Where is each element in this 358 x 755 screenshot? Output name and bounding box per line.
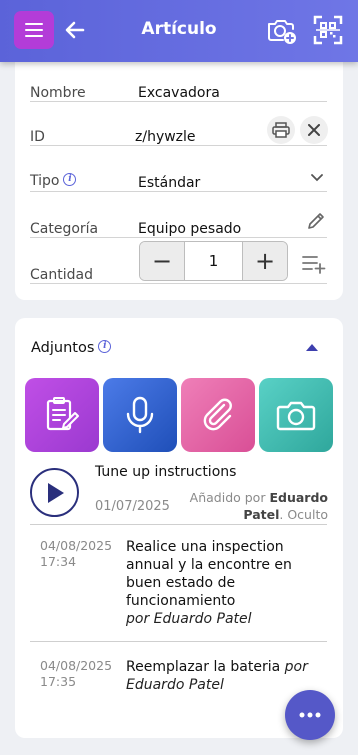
info-icon[interactable]: i [63, 173, 77, 186]
attachments-title: Adjuntos [31, 340, 95, 356]
note-edit-icon [46, 397, 79, 431]
nombre-label: Nombre [30, 85, 86, 101]
play-icon [47, 482, 64, 503]
add-photo-button[interactable] [264, 12, 300, 48]
note-item[interactable]: Realice una inspection annual y la encon… [126, 538, 326, 628]
categoria-field[interactable]: Categoría Equipo pesado [30, 210, 327, 238]
take-photo-button[interactable] [259, 378, 333, 452]
id-label: ID [30, 129, 45, 145]
microphone-icon [126, 396, 154, 434]
nombre-value: Excavadora [138, 85, 220, 101]
camera-icon [276, 401, 316, 431]
added-by-prefix: Añadido por [189, 490, 266, 505]
chevron-down-icon [311, 174, 323, 182]
audio-visibility: Oculto [287, 507, 328, 522]
paperclip-icon [203, 398, 232, 431]
audio-meta: Añadido por Eduardo Patel. Oculto [189, 490, 328, 522]
attachments-card: Adjuntos i Tune up instructions 01/07/20… [15, 318, 343, 738]
app-bar: Artículo [0, 0, 358, 62]
categoria-label: Categoría [30, 221, 99, 237]
audio-title: Tune up instructions [95, 464, 237, 480]
close-icon [308, 124, 320, 136]
print-button[interactable] [267, 116, 295, 144]
attach-file-button[interactable] [181, 378, 255, 452]
play-audio-button[interactable] [30, 468, 79, 517]
nombre-field[interactable]: Nombre Excavadora [30, 74, 327, 102]
qr-scan-icon [313, 15, 343, 45]
tipo-value: Estándar [138, 175, 201, 191]
note-author: por Eduardo Patel [126, 611, 252, 627]
decrement-button[interactable]: − [140, 242, 184, 280]
attachments-header: Adjuntos i [31, 340, 112, 356]
quantity-value[interactable]: 1 [184, 242, 243, 280]
add-note-button[interactable] [25, 378, 99, 452]
clear-id-button[interactable] [300, 116, 328, 144]
note-text: Realice una inspection annual y la encon… [126, 539, 292, 609]
record-audio-button[interactable] [103, 378, 177, 452]
page-title: Artículo [141, 19, 217, 39]
pencil-icon[interactable] [306, 211, 326, 231]
tipo-label-wrap: Tipo i [30, 173, 77, 189]
note-date: 04/08/2025 17:34 [40, 538, 113, 569]
collapse-icon[interactable] [305, 343, 319, 352]
quantity-stepper: − 1 + [139, 241, 288, 281]
item-details-card: Nombre Excavadora ID z/hywzle Tipo i Está… [15, 50, 343, 300]
qr-scan-button[interactable] [310, 12, 346, 48]
id-value: z/hywzle [135, 129, 196, 145]
note-text: Reemplazar la bateria [126, 659, 281, 675]
increment-button[interactable]: + [243, 242, 287, 280]
categoria-value: Equipo pesado [138, 221, 242, 237]
tipo-field[interactable]: Tipo i Estándar [30, 164, 327, 192]
audio-date: 01/07/2025 [95, 499, 170, 514]
info-icon[interactable]: i [98, 340, 112, 353]
divider [30, 524, 327, 525]
divider [30, 641, 327, 642]
note-item[interactable]: Reemplazar la bateria por Eduardo Patel [126, 658, 326, 694]
playlist-add-icon[interactable] [302, 254, 326, 274]
tipo-label: Tipo [30, 173, 60, 189]
more-actions-button[interactable] [285, 690, 335, 740]
note-date: 04/08/2025 17:35 [40, 658, 113, 689]
more-dots-icon [299, 712, 321, 718]
print-icon [272, 122, 290, 138]
cantidad-label: Cantidad [30, 267, 93, 283]
id-field[interactable]: ID z/hywzle [30, 116, 328, 146]
camera-add-icon [268, 20, 296, 44]
